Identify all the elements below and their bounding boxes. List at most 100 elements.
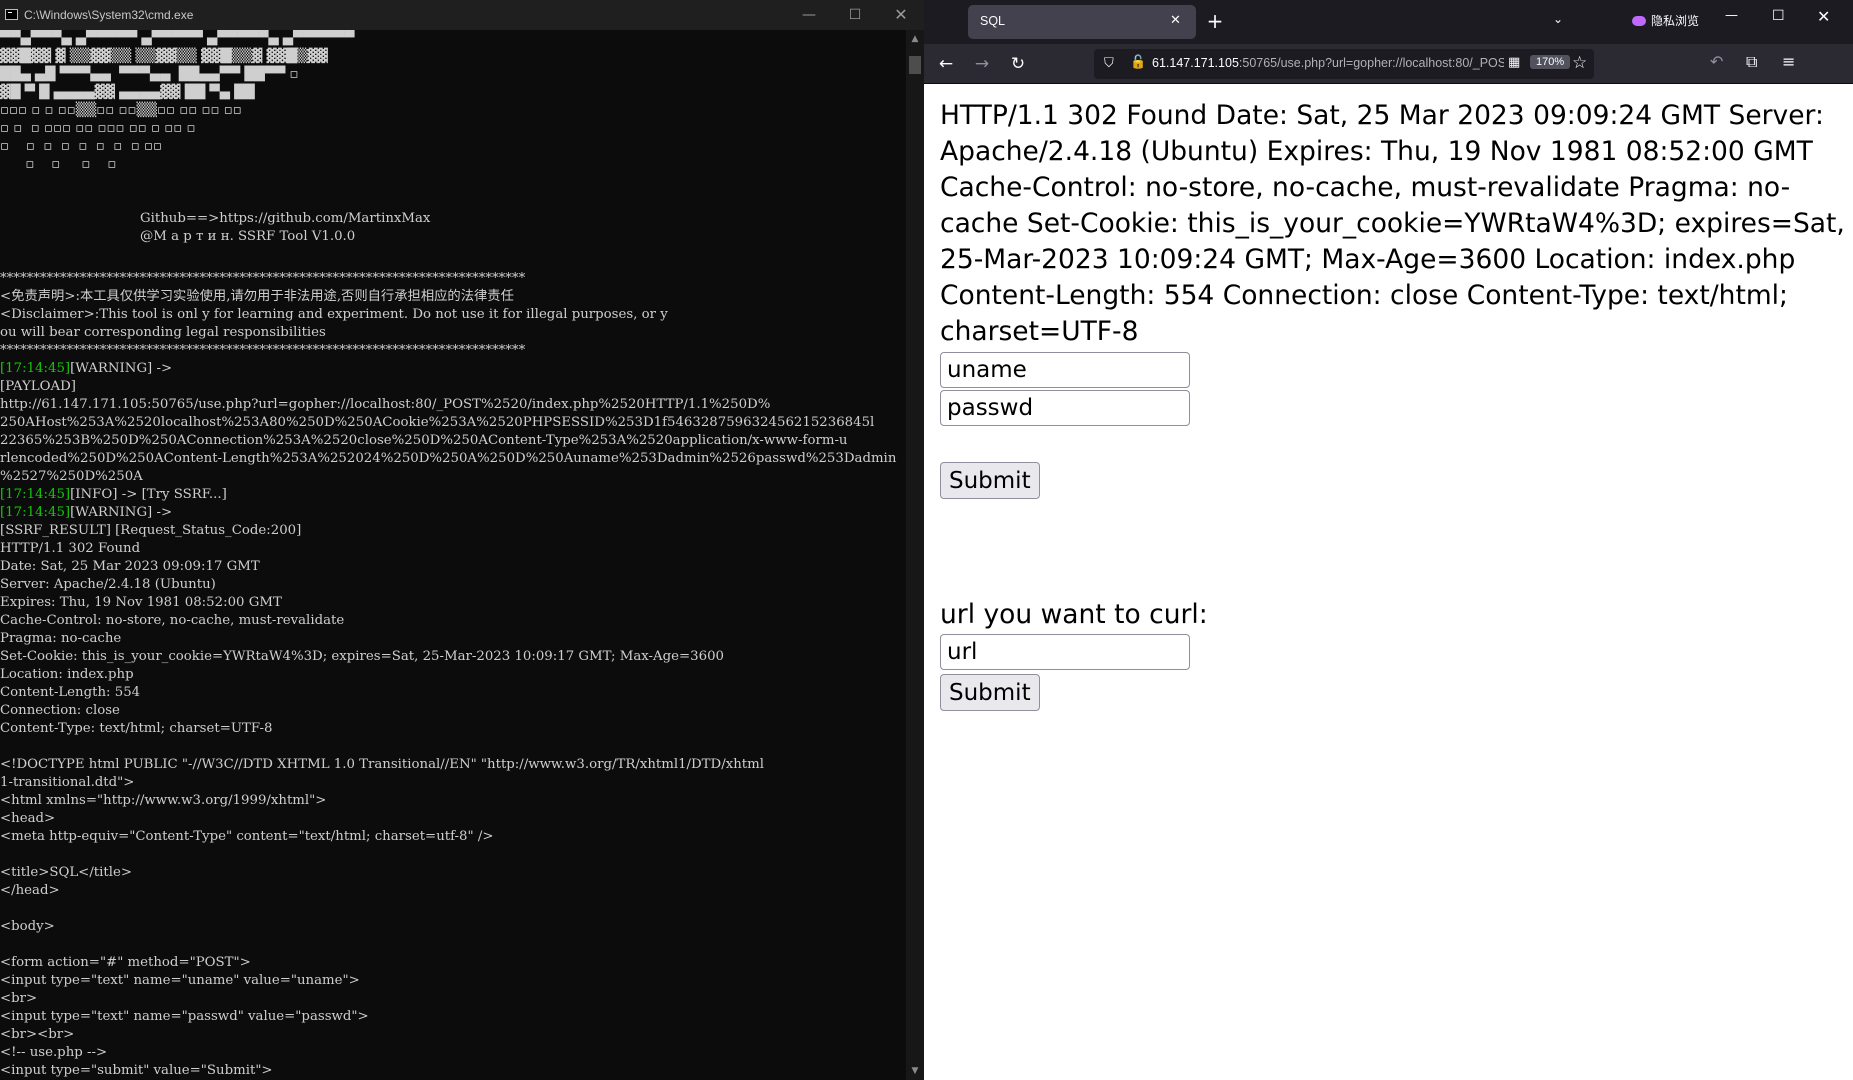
scroll-up-arrow-icon[interactable]: ▲: [906, 30, 924, 48]
console-line-text: <Disclaimer>:This tool is onl y for lear…: [0, 307, 668, 322]
console-line-text: <!DOCTYPE html PUBLIC "-//W3C//DTD XHTML…: [0, 757, 764, 772]
console-line-text: Connection: close: [0, 703, 120, 718]
console-line-text: <br><br>: [0, 1027, 75, 1042]
console-line-text: Pragma: no-cache: [0, 631, 122, 646]
uname-field[interactable]: [940, 352, 1190, 388]
page-content: HTTP/1.1 302 Found Date: Sat, 25 Mar 202…: [924, 84, 1853, 1080]
console-line-text: ****************************************…: [0, 271, 526, 286]
qr-code-icon[interactable]: ▦: [1508, 55, 1520, 70]
console-line: 250AHost%253A%2520localhost%253A80%250D%…: [0, 414, 896, 432]
console-line: <form action="#" method="POST">: [0, 954, 896, 972]
console-titlebar[interactable]: C:\Windows\System32\cmd.exe — ☐ ✕: [0, 0, 924, 30]
zoom-level-badge[interactable]: 170%: [1530, 55, 1571, 69]
console-line: <免责声明>:本工具仅供学习实验使用,请勿用于非法用途,否则自行承担相应的法律责…: [0, 288, 896, 306]
console-line-text: 22365%253B%250D%250AConnection%253A%2520…: [0, 433, 848, 448]
console-line-text: Date: Sat, 25 Mar 2023 09:09:17 GMT: [0, 559, 260, 574]
console-line-text: Content-Length: 554: [0, 685, 141, 700]
tab-close-icon[interactable]: ✕: [1170, 13, 1181, 28]
banner-line: ▫▫▫ ▫ ▫ ▫▫▒▒▫▫ ▫▫▒▒▫▫ ▫▫ ▫▫ ▫▫: [0, 103, 242, 118]
banner-line: ▫ ▫ ▫ ▫ ▫ ▫ ▫ ▫ ▫▫: [0, 139, 162, 154]
console-line-text: [0, 847, 4, 862]
browser-window: SQL ✕ + ⌄ 隐私浏览 — ☐ ✕ ← → ↻ ⛉ 🔓 61.147.17…: [924, 0, 1853, 1080]
curl-submit-button[interactable]: Submit: [940, 674, 1040, 711]
console-line-text: <html xmlns="http://www.w3.org/1999/xhtm…: [0, 793, 327, 808]
console-line-text: Server: Apache/2.4.18 (Ubuntu): [0, 577, 216, 592]
console-line-text: <meta http-equiv="Content-Type" content=…: [0, 829, 494, 844]
console-line: ou will bear corresponding legal respons…: [0, 324, 896, 342]
url-host: 61.147.171.105: [1152, 56, 1239, 70]
console-line: [0, 936, 896, 954]
console-line-text: %2527%250D%250A: [0, 469, 143, 484]
back-arrow-icon[interactable]: ←: [932, 50, 960, 78]
console-line-text: [PAYLOAD]: [0, 379, 76, 394]
banner-line: ▫ ▫ ▫ ▫▫▫ ▫▫ ▫▫▫ ▫▫ ▫ ▫▫ ▫: [0, 121, 196, 136]
console-line: http://61.147.171.105:50765/use.php?url=…: [0, 396, 896, 414]
login-submit-button[interactable]: Submit: [940, 462, 1040, 499]
bookmark-star-icon[interactable]: ☆: [1572, 53, 1587, 73]
ascii-banner: ▀▀▄▀▀▀▄ ▄▀▀▀▀▀ ▄▀▀▀▀▀ ▄▀▀▀▀▀▄ ▄▀▀▀▀▀▀ ▓▓…: [0, 30, 540, 200]
console-line-text: [WARNING] ->: [70, 505, 173, 520]
list-all-tabs-icon[interactable]: ⌄: [1553, 12, 1563, 26]
console-line-text: [0, 901, 4, 916]
scroll-thumb[interactable]: [909, 56, 921, 74]
http-response-text: HTTP/1.1 302 Found Date: Sat, 25 Mar 202…: [940, 100, 1845, 347]
console-line-text: [SSRF_RESULT] [Request_Status_Code:200]: [0, 523, 302, 538]
console-line: [17:14:45][WARNING] ->: [0, 360, 896, 378]
browser-close-button[interactable]: ✕: [1817, 7, 1830, 26]
console-line-text: HTTP/1.1 302 Found: [0, 541, 141, 556]
browser-maximize-button[interactable]: ☐: [1772, 8, 1785, 24]
console-timestamp: [17:14:45]: [0, 361, 71, 376]
forward-arrow-icon[interactable]: →: [968, 50, 996, 78]
address-bar[interactable]: ⛉ 🔓 61.147.171.105:50765/use.php?url=gop…: [1094, 49, 1594, 79]
console-line: <title>SQL</title>: [0, 864, 896, 882]
banner-line: ▓█ ▀ █ ▄▄▄▄▓▓ ▄▄▄▄▓▓ ██ ▀▄ ██: [0, 85, 255, 100]
console-line-text: <免责声明>:本工具仅供学习实验使用,请勿用于非法用途,否则自行承担相应的法律责…: [0, 289, 514, 304]
tool-version-text: @М а р т и н. SSRF Tool V1.0.0: [140, 229, 356, 244]
console-scrollbar[interactable]: ▲ ▼: [906, 30, 924, 1080]
maximize-button[interactable]: ☐: [832, 0, 878, 30]
insecure-lock-icon[interactable]: 🔓: [1130, 55, 1146, 70]
extensions-icon[interactable]: ⧉: [1746, 52, 1757, 72]
console-line-text: <input type="text" name="passwd" value="…: [0, 1009, 369, 1024]
console-line: [PAYLOAD]: [0, 378, 896, 396]
console-line: ****************************************…: [0, 342, 896, 360]
tracking-protection-shield-icon[interactable]: ⛉: [1104, 56, 1114, 71]
console-line: <Disclaimer>:This tool is onl y for lear…: [0, 306, 896, 324]
private-browsing-indicator: 隐私浏览: [1632, 12, 1699, 29]
console-line: Location: index.php: [0, 666, 896, 684]
hamburger-menu-icon[interactable]: ≡: [1782, 52, 1795, 71]
scroll-down-arrow-icon[interactable]: ▼: [906, 1062, 924, 1080]
undo-icon[interactable]: ↶: [1710, 52, 1723, 71]
console-app-icon: [5, 9, 18, 20]
console-line-text: </head>: [0, 883, 60, 898]
banner-line: ▓▓█▓▓ ▓ ▒▒▓▓▒▒ ▒▒▓▓▒▒ ▓▓█▒▒▓ ▓▓█▒▓▓: [0, 49, 328, 64]
minimize-button[interactable]: —: [786, 0, 832, 30]
console-line: %2527%250D%250A: [0, 468, 896, 486]
banner-line: ██▄ ▄█ ▀▀▀▄▄ ▀▀▀▄▄ ██▄▄▀▀ ██▀▀ ▫: [0, 67, 299, 82]
reload-icon[interactable]: ↻: [1004, 50, 1032, 78]
new-tab-button[interactable]: +: [1202, 9, 1228, 35]
browser-minimize-button[interactable]: —: [1725, 8, 1738, 23]
console-title: C:\Windows\System32\cmd.exe: [24, 8, 194, 22]
curl-url-field[interactable]: [940, 634, 1190, 670]
close-button[interactable]: ✕: [878, 0, 924, 30]
console-line: <br>: [0, 990, 896, 1008]
console-line-text: [WARNING] ->: [70, 361, 173, 376]
curl-label: url you want to curl:: [940, 599, 1208, 630]
console-line-text: [0, 937, 4, 952]
console-output[interactable]: ▀▀▄▀▀▀▄ ▄▀▀▀▀▀ ▄▀▀▀▀▀ ▄▀▀▀▀▀▄ ▄▀▀▀▀▀▀ ▓▓…: [0, 30, 906, 1080]
tab-sql[interactable]: SQL ✕: [968, 5, 1196, 39]
console-line-text: 250AHost%253A%2520localhost%253A80%250D%…: [0, 415, 875, 430]
console-line: <head>: [0, 810, 896, 828]
console-line: <input type="text" name="passwd" value="…: [0, 1008, 896, 1026]
tab-title: SQL: [980, 14, 1006, 28]
console-line: rlencoded%250D%250AContent-Length%253A%2…: [0, 450, 896, 468]
console-line-text: rlencoded%250D%250AContent-Length%253A%2…: [0, 451, 897, 466]
url-text[interactable]: 61.147.171.105:50765/use.php?url=gopher:…: [1152, 56, 1504, 70]
console-line-text: <input type="submit" value="Submit">: [0, 1063, 273, 1078]
console-line-text: <form action="#" method="POST">: [0, 955, 251, 970]
passwd-field[interactable]: [940, 390, 1190, 426]
console-line-text: http://61.147.171.105:50765/use.php?url=…: [0, 397, 771, 412]
console-line-text: ou will bear corresponding legal respons…: [0, 325, 326, 340]
console-line-text: Cache-Control: no-store, no-cache, must-…: [0, 613, 345, 628]
